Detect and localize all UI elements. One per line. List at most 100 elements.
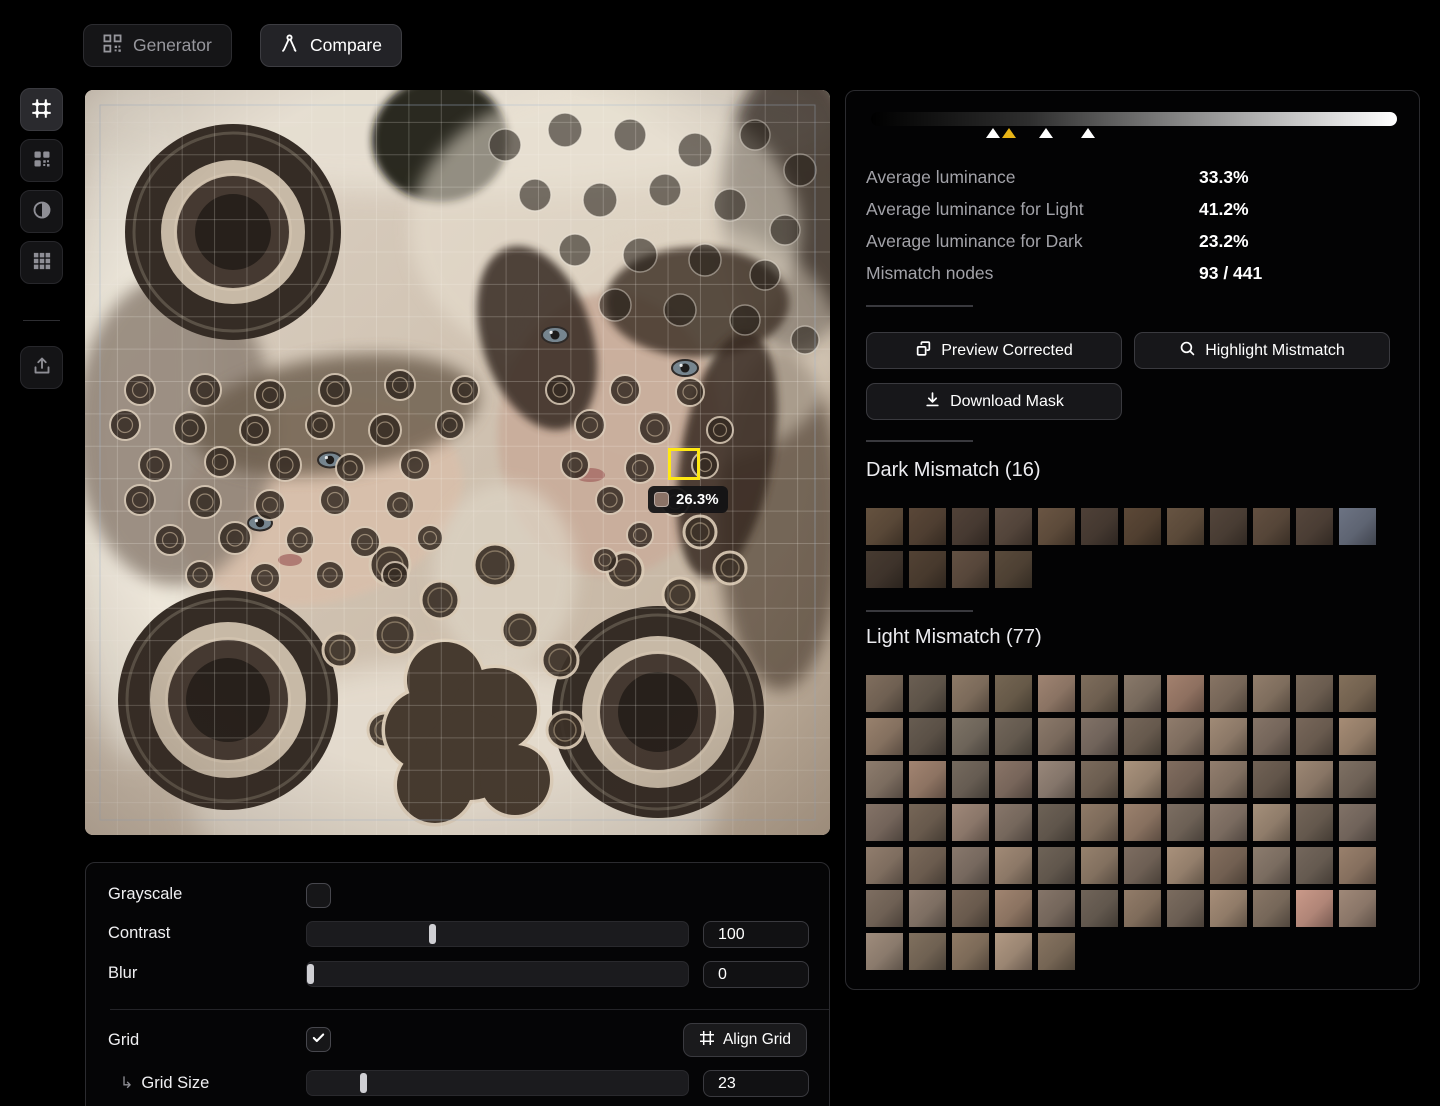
mismatch-tile[interactable]	[1253, 718, 1290, 755]
tool-contrast[interactable]	[20, 190, 63, 233]
mismatch-tile[interactable]	[1167, 718, 1204, 755]
mismatch-tile[interactable]	[1210, 718, 1247, 755]
mismatch-tile[interactable]	[1081, 508, 1118, 545]
highlight-mismatch-button[interactable]: Highlight Mistmatch	[1134, 332, 1390, 369]
mismatch-tile[interactable]	[1210, 675, 1247, 712]
mismatch-tile[interactable]	[995, 508, 1032, 545]
mismatch-tile[interactable]	[952, 761, 989, 798]
mismatch-tile[interactable]	[909, 804, 946, 841]
mismatch-tile[interactable]	[1296, 761, 1333, 798]
mismatch-tile[interactable]	[866, 933, 903, 970]
mismatch-tile[interactable]	[1081, 890, 1118, 927]
mismatch-tile[interactable]	[1296, 718, 1333, 755]
mismatch-tile[interactable]	[866, 761, 903, 798]
mismatch-tile[interactable]	[1038, 718, 1075, 755]
mismatch-tile[interactable]	[1253, 508, 1290, 545]
mismatch-tile[interactable]	[952, 551, 989, 588]
tab-compare[interactable]: Compare	[260, 24, 402, 67]
image-viewer[interactable]: 26.3%	[85, 90, 830, 835]
mismatch-tile[interactable]	[1210, 847, 1247, 884]
mismatch-tile[interactable]	[1210, 508, 1247, 545]
mismatch-tile[interactable]	[1038, 847, 1075, 884]
mismatch-tile[interactable]	[995, 804, 1032, 841]
mismatch-tile[interactable]	[1124, 847, 1161, 884]
mismatch-tile[interactable]	[1038, 804, 1075, 841]
grid-size-slider-thumb[interactable]	[360, 1073, 367, 1093]
selection-box[interactable]	[668, 448, 700, 480]
mismatch-tile[interactable]	[866, 890, 903, 927]
mismatch-tile[interactable]	[1253, 761, 1290, 798]
mismatch-tile[interactable]	[1038, 761, 1075, 798]
mismatch-tile[interactable]	[1038, 675, 1075, 712]
mismatch-tile[interactable]	[995, 890, 1032, 927]
download-mask-button[interactable]: Download Mask	[866, 383, 1122, 420]
mismatch-tile[interactable]	[1124, 761, 1161, 798]
grid-size-slider[interactable]	[306, 1070, 689, 1096]
mismatch-tile[interactable]	[1253, 847, 1290, 884]
mismatch-tile[interactable]	[1339, 675, 1376, 712]
mismatch-tile[interactable]	[866, 847, 903, 884]
mismatch-tile[interactable]	[1081, 761, 1118, 798]
mismatch-tile[interactable]	[1081, 847, 1118, 884]
preview-corrected-button[interactable]: Preview Corrected	[866, 332, 1122, 369]
mismatch-tile[interactable]	[909, 761, 946, 798]
grid-size-value[interactable]: 23	[703, 1070, 809, 1097]
mismatch-tile[interactable]	[1167, 675, 1204, 712]
mismatch-tile[interactable]	[1124, 718, 1161, 755]
mismatch-tile[interactable]	[866, 551, 903, 588]
mismatch-tile[interactable]	[1167, 847, 1204, 884]
mismatch-tile[interactable]	[1253, 675, 1290, 712]
mismatch-tile[interactable]	[1038, 933, 1075, 970]
mismatch-tile[interactable]	[1124, 508, 1161, 545]
mismatch-tile[interactable]	[995, 675, 1032, 712]
contrast-slider[interactable]	[306, 921, 689, 947]
mismatch-tile[interactable]	[866, 718, 903, 755]
mismatch-tile[interactable]	[952, 675, 989, 712]
mismatch-tile[interactable]	[1210, 804, 1247, 841]
mismatch-tile[interactable]	[909, 675, 946, 712]
mismatch-tile[interactable]	[909, 847, 946, 884]
tool-qr[interactable]	[20, 139, 63, 182]
mismatch-tile[interactable]	[1081, 718, 1118, 755]
mismatch-tile[interactable]	[1038, 890, 1075, 927]
mismatch-tile[interactable]	[952, 933, 989, 970]
mismatch-tile[interactable]	[995, 933, 1032, 970]
blur-slider-thumb[interactable]	[307, 964, 314, 984]
contrast-slider-thumb[interactable]	[429, 924, 436, 944]
mismatch-tile[interactable]	[1124, 890, 1161, 927]
tool-upload[interactable]	[20, 346, 63, 389]
mismatch-tile[interactable]	[1210, 890, 1247, 927]
mismatch-tile[interactable]	[1124, 804, 1161, 841]
mismatch-tile[interactable]	[909, 890, 946, 927]
mismatch-tile[interactable]	[1296, 847, 1333, 884]
mismatch-tile[interactable]	[909, 933, 946, 970]
mismatch-tile[interactable]	[1210, 761, 1247, 798]
grid-checkbox[interactable]	[306, 1027, 331, 1052]
tool-grid[interactable]	[20, 241, 63, 284]
mismatch-tile[interactable]	[1296, 804, 1333, 841]
mismatch-tile[interactable]	[952, 847, 989, 884]
mismatch-tile[interactable]	[1339, 718, 1376, 755]
mismatch-tile[interactable]	[1167, 761, 1204, 798]
mismatch-tile[interactable]	[1253, 804, 1290, 841]
mismatch-tile[interactable]	[995, 551, 1032, 588]
mismatch-tile[interactable]	[1339, 761, 1376, 798]
grayscale-checkbox[interactable]	[306, 883, 331, 908]
mismatch-tile[interactable]	[995, 847, 1032, 884]
mismatch-tile[interactable]	[1167, 890, 1204, 927]
mismatch-tile[interactable]	[909, 551, 946, 588]
blur-value[interactable]: 0	[703, 961, 809, 988]
tab-generator[interactable]: Generator	[83, 24, 232, 67]
mismatch-tile[interactable]	[866, 675, 903, 712]
mismatch-tile[interactable]	[909, 718, 946, 755]
mismatch-tile[interactable]	[1296, 675, 1333, 712]
mismatch-tile[interactable]	[1296, 508, 1333, 545]
blur-slider[interactable]	[306, 961, 689, 987]
mismatch-tile[interactable]	[909, 508, 946, 545]
mismatch-tile[interactable]	[1339, 890, 1376, 927]
tool-frame[interactable]	[20, 88, 63, 131]
align-grid-button[interactable]: Align Grid	[683, 1023, 807, 1057]
mismatch-tile[interactable]	[1339, 804, 1376, 841]
mismatch-tile[interactable]	[952, 890, 989, 927]
mismatch-tile[interactable]	[995, 761, 1032, 798]
